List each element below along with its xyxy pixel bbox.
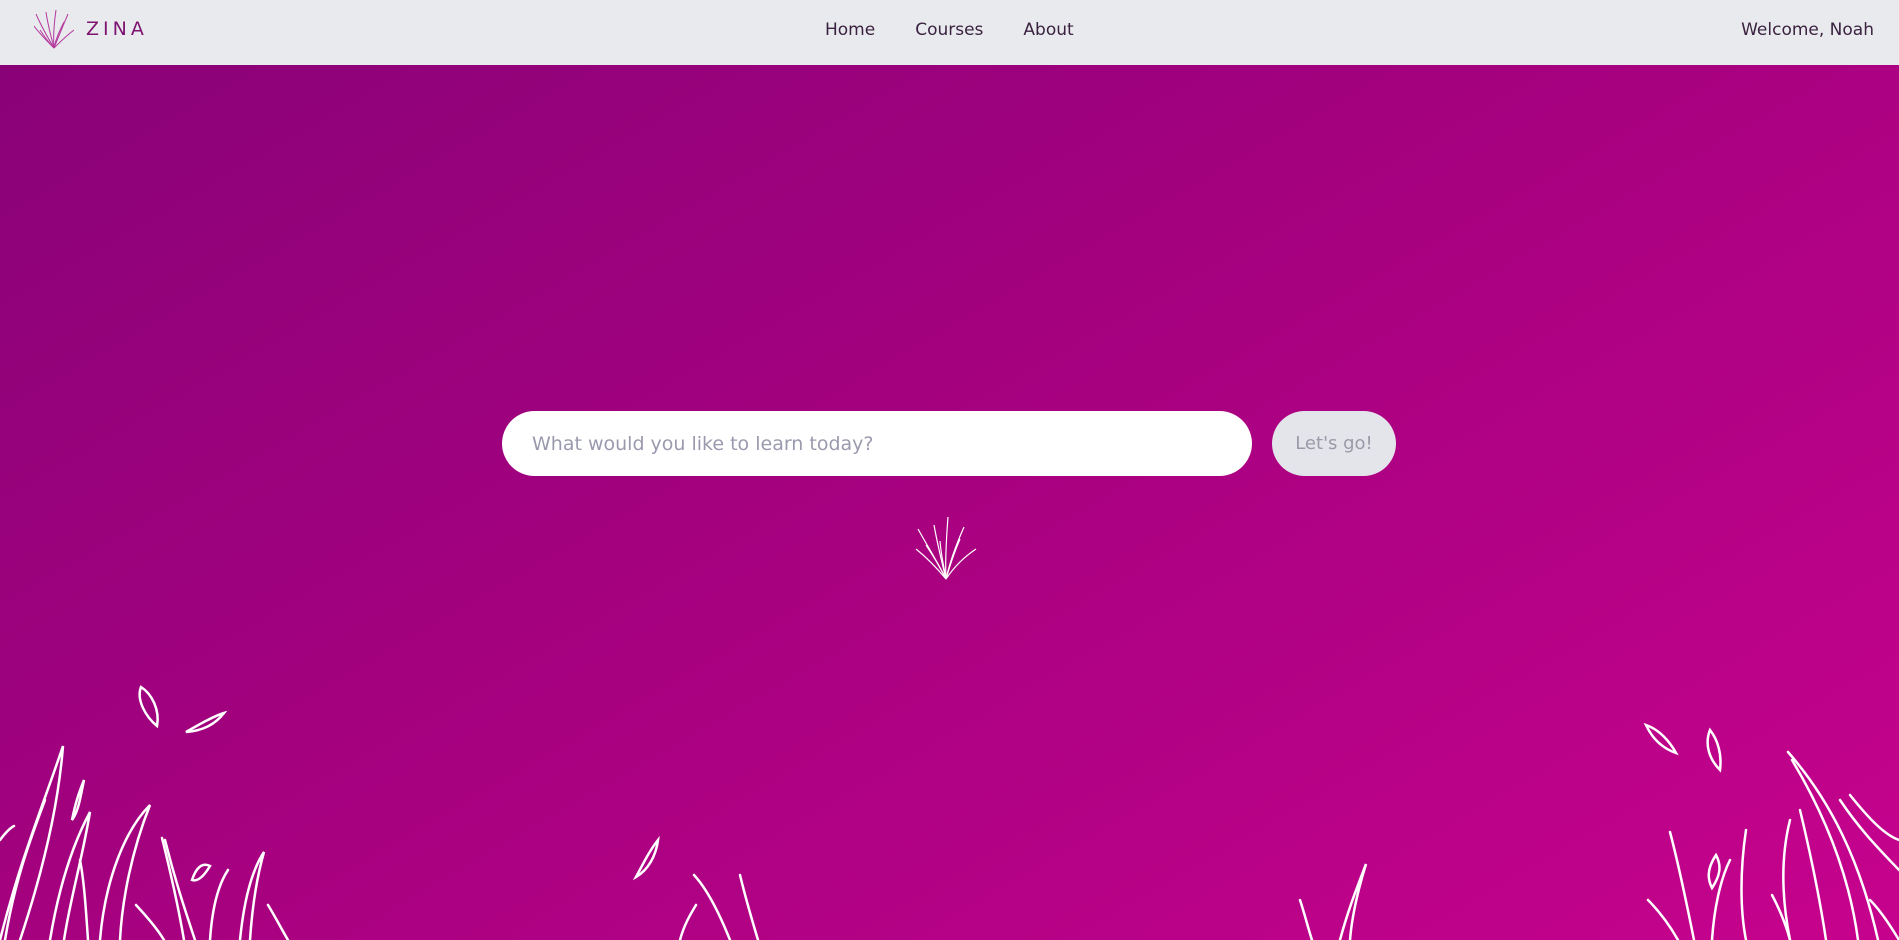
lets-go-button[interactable]: Let's go! (1272, 411, 1396, 476)
search-input[interactable] (502, 411, 1252, 476)
grass-tuft-icon (34, 9, 74, 49)
hero-section (0, 65, 1899, 940)
nav-home[interactable]: Home (825, 20, 875, 40)
page: ZINA Home Courses About Welcome, Noah Wh… (0, 0, 1899, 940)
brand-logo-link[interactable]: ZINA (34, 8, 148, 50)
grass-tuft-icon (915, 516, 977, 580)
nav-about[interactable]: About (1023, 20, 1073, 40)
main-nav: Home Courses About (825, 20, 1074, 40)
welcome-user-link[interactable]: Welcome, Noah (1741, 20, 1874, 40)
nav-courses[interactable]: Courses (915, 20, 983, 40)
top-bar: ZINA Home Courses About Welcome, Noah (0, 0, 1899, 65)
search-box (502, 411, 1252, 476)
brand-name: ZINA (86, 18, 148, 40)
